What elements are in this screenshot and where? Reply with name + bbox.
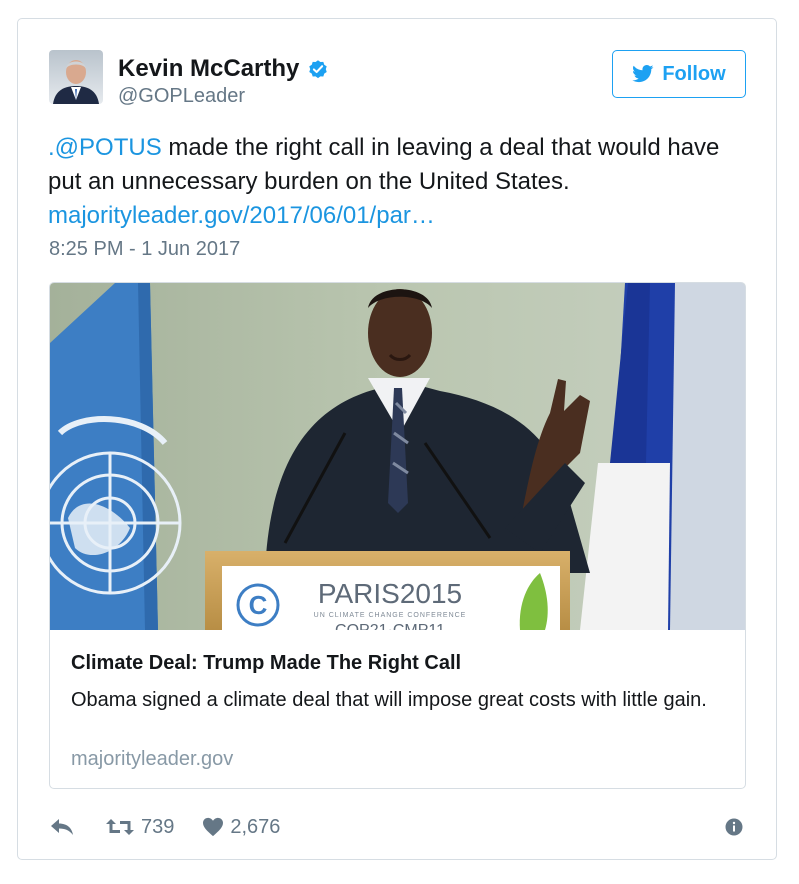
tweet-text: .@POTUS made the right call in leaving a… <box>48 131 748 233</box>
author-name[interactable]: Kevin McCarthy <box>118 55 329 83</box>
card-title[interactable]: Climate Deal: Trump Made The Right Call <box>71 652 461 675</box>
podium-banner-text: PARIS2015 <box>318 578 462 609</box>
follow-button[interactable]: Follow <box>612 50 746 98</box>
reply-icon <box>51 819 73 835</box>
link-preview-card[interactable]: C PARIS2015 UN CLIMATE CHANGE CONFERENCE… <box>49 282 746 789</box>
card-image: C PARIS2015 UN CLIMATE CHANGE CONFERENCE… <box>50 283 745 630</box>
retweet-icon <box>106 819 134 835</box>
retweet-count: 739 <box>141 815 175 838</box>
like-count: 2,676 <box>230 815 281 838</box>
tweet-card: Kevin McCarthy @GOPLeader Follow .@POTUS… <box>17 18 777 860</box>
info-icon[interactable] <box>725 818 743 836</box>
podium-banner-subtitle: UN CLIMATE CHANGE CONFERENCE <box>314 612 467 619</box>
card-description: Obama signed a climate deal that will im… <box>71 689 707 711</box>
heart-icon <box>203 817 224 837</box>
svg-text:C: C <box>249 590 268 620</box>
author-name-text[interactable]: Kevin McCarthy <box>118 55 299 83</box>
like-button[interactable]: 2,676 <box>202 816 280 839</box>
verified-badge-icon <box>307 58 329 80</box>
card-domain: majorityleader.gov <box>71 748 234 770</box>
author-handle[interactable]: @GOPLeader <box>118 85 245 108</box>
mention-link[interactable]: .@POTUS <box>48 134 162 161</box>
retweet-button[interactable]: 739 <box>105 816 174 839</box>
tweet-url-link[interactable]: majorityleader.gov/2017/06/01/par… <box>48 199 748 233</box>
twitter-bird-icon <box>632 65 654 83</box>
reply-button[interactable] <box>49 817 75 837</box>
follow-button-label: Follow <box>662 62 726 85</box>
author-avatar[interactable] <box>49 50 103 104</box>
tweet-timestamp[interactable]: 8:25 PM - 1 Jun 2017 <box>49 238 240 261</box>
podium-banner-partial: COP21·CMP11 <box>335 622 445 630</box>
tweet-actions: 739 2,676 <box>49 813 280 841</box>
